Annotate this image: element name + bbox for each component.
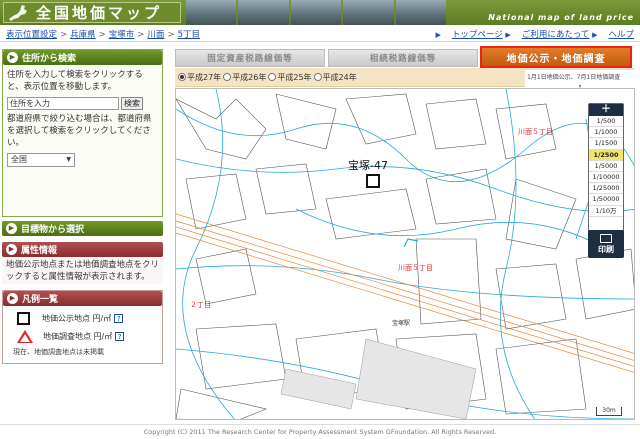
breadcrumb-separator: > bbox=[167, 30, 175, 40]
chevron-right-icon: ▶ bbox=[7, 293, 18, 304]
dropdown-arrow-icon: ▼ bbox=[66, 156, 71, 163]
zoom-level[interactable]: 1/10万 bbox=[589, 206, 623, 217]
legend-label: 地価調査地点 円/㎡ bbox=[43, 331, 113, 341]
arrow-icon: ▶ bbox=[592, 31, 598, 39]
arrow-icon: ▶ bbox=[505, 31, 511, 39]
place-label: ２丁目 bbox=[190, 301, 211, 309]
top-links: ▶ トップページ ▶ ご利用にあたって ▶ ヘルプ bbox=[435, 28, 634, 40]
address-search-title: 住所から検索 bbox=[22, 54, 77, 64]
zoom-in-button[interactable]: ＋ bbox=[589, 104, 623, 116]
legend-label: 地価公示地点 円/㎡ bbox=[42, 313, 112, 323]
attribute-info-section: ▶ 属性情報 地価公示地点または地価調査地点をクリックすると属性情報が表示されま… bbox=[2, 242, 163, 284]
help-link[interactable]: ヘルプ bbox=[608, 30, 634, 40]
zoom-level[interactable]: 1/10000 bbox=[589, 172, 623, 184]
header-photo-strip bbox=[186, 0, 447, 25]
address-search-button[interactable]: 検索 bbox=[121, 97, 143, 110]
station-label: 宝塚駅 bbox=[392, 320, 411, 327]
breadcrumb-prefecture[interactable]: 兵庫県 bbox=[70, 30, 96, 40]
chevron-right-icon: ▶ bbox=[7, 52, 18, 63]
site-logo[interactable]: 全国地価マップ bbox=[3, 2, 181, 23]
triangle-icon bbox=[17, 329, 33, 343]
nav-bar: 表示位置設定 > 兵庫県 > 宝塚市 > 川面 >5丁目 ▶ トップページ ▶ ご利用にあたって … bbox=[0, 26, 640, 42]
zoom-level[interactable]: 1/5000 bbox=[589, 161, 623, 172]
address-search-header[interactable]: ▶ 住所から検索 bbox=[3, 50, 162, 65]
address-search-section: ▶ 住所から検索 住所を入力して検索をクリックすると、表示位置を移動します。 検… bbox=[2, 49, 163, 217]
radio-icon bbox=[178, 73, 186, 81]
place-label: 川面５丁目 bbox=[518, 128, 553, 136]
zoom-level-selected[interactable]: 1/2500 bbox=[589, 149, 623, 161]
prefecture-filter-desc: 都道府県で絞り込む場合は、都道府県を選択して検索をクリックしてください。 bbox=[7, 114, 152, 148]
tab-fixed-asset-tax[interactable]: 固定資産税路線価等 bbox=[175, 49, 325, 67]
zoom-level[interactable]: 1/500 bbox=[589, 116, 623, 128]
chevron-right-icon: ▶ bbox=[6, 244, 17, 255]
radio-icon bbox=[268, 73, 277, 81]
year-label: 平成26年 bbox=[232, 72, 267, 82]
map-canvas[interactable]: 宝塚-47 川面５丁目 川面５丁目 ２丁目 宝塚駅 bbox=[175, 88, 635, 420]
zoom-level[interactable]: 1/25000 bbox=[589, 183, 623, 195]
legend-item-public-price: 地価公示地点 円/㎡ ? bbox=[3, 309, 162, 327]
print-button[interactable]: 印刷 bbox=[588, 230, 624, 258]
legend-item-survey-price: 地価調査地点 円/㎡ ? bbox=[3, 327, 162, 345]
legend-note: 現在、地価調査地点は未掲載 bbox=[13, 348, 104, 356]
legend-header[interactable]: ▶ 凡例一覧 bbox=[3, 291, 162, 306]
header: 全国地価マップ National map of land price bbox=[0, 0, 640, 25]
layer-tabs: 固定資産税路線価等 相続税路線価等 bbox=[175, 49, 478, 67]
app-window: 全国地価マップ National map of land price 表示位置設… bbox=[0, 0, 640, 439]
prefecture-select-value: 全国 bbox=[11, 155, 27, 164]
zoom-level[interactable]: 1/50000 bbox=[589, 194, 623, 206]
radio-icon bbox=[313, 73, 322, 81]
legend-section: ▶ 凡例一覧 地価公示地点 円/㎡ ? 地価調査地点 円/㎡ ? 現在、地価調査… bbox=[2, 290, 163, 364]
site-title: 全国地価マップ bbox=[36, 4, 163, 22]
year-option-h27[interactable]: 平成27年 bbox=[178, 72, 221, 83]
zoom-level[interactable]: 1/1500 bbox=[589, 138, 623, 150]
attribute-info-title: 属性情報 bbox=[21, 246, 58, 256]
breadcrumb-separator: > bbox=[98, 30, 106, 40]
landmark-select-header[interactable]: ▶ 目標物から選択 bbox=[2, 221, 163, 236]
address-input[interactable] bbox=[7, 97, 119, 110]
sidebar: ▶ 住所から検索 住所を入力して検索をクリックすると、表示位置を移動します。 検… bbox=[0, 44, 166, 424]
legend-title: 凡例一覧 bbox=[22, 295, 59, 305]
date-note-text: 1月1日地価公示、7月1日地価調査 bbox=[527, 74, 621, 81]
year-option-h26[interactable]: 平成26年 bbox=[223, 72, 266, 83]
breadcrumb-town[interactable]: 川面 bbox=[147, 30, 164, 40]
square-icon bbox=[17, 311, 30, 325]
tab-inheritance-tax[interactable]: 相続税路線価等 bbox=[328, 49, 478, 67]
footer-copyright: Copyright (C) 2011 The Research Center f… bbox=[0, 424, 640, 439]
usage-link[interactable]: ご利用にあたって bbox=[522, 30, 590, 40]
japan-map-icon bbox=[9, 5, 27, 21]
year-label: 平成25年 bbox=[277, 72, 312, 82]
land-price-point-label: 宝塚-47 bbox=[348, 159, 388, 172]
map-drawing bbox=[176, 89, 634, 419]
zoom-level[interactable]: 1/1000 bbox=[589, 127, 623, 139]
arrow-icon: ▶ bbox=[435, 31, 441, 39]
year-option-h25[interactable]: 平成25年 bbox=[268, 72, 312, 83]
attribute-info-header[interactable]: ▶ 属性情報 bbox=[2, 242, 163, 257]
scale-bar: 30m bbox=[596, 407, 622, 416]
question-icon[interactable]: ? bbox=[115, 331, 125, 341]
year-option-h24[interactable]: 平成24年 bbox=[313, 72, 357, 83]
attribute-info-desc: 地価公示地点または地価調査地点をクリックすると属性情報が表示されます。 bbox=[6, 260, 160, 282]
year-label: 平成24年 bbox=[322, 72, 357, 82]
breadcrumb-location-setting[interactable]: 表示位置設定 bbox=[6, 30, 57, 40]
land-price-point-marker[interactable] bbox=[366, 174, 380, 188]
prefecture-select[interactable]: 全国 ▼ bbox=[7, 153, 75, 167]
place-label: 川面５丁目 bbox=[398, 264, 433, 272]
top-page-link[interactable]: トップページ bbox=[452, 30, 503, 40]
tab-land-price[interactable]: 地価公示・地価調査 bbox=[480, 46, 632, 68]
question-icon[interactable]: ? bbox=[114, 313, 124, 323]
print-label: 印刷 bbox=[598, 244, 614, 254]
breadcrumb-city[interactable]: 宝塚市 bbox=[109, 30, 135, 40]
breadcrumb-separator: > bbox=[60, 30, 68, 40]
breadcrumb: 表示位置設定 > 兵庫県 > 宝塚市 > 川面 >5丁目 bbox=[6, 28, 200, 40]
address-search-desc: 住所を入力して検索をクリックすると、表示位置を移動します。 bbox=[7, 70, 143, 92]
printer-icon bbox=[600, 233, 612, 243]
year-label: 平成27年 bbox=[187, 72, 222, 82]
landmark-select-title: 目標物から選択 bbox=[21, 225, 85, 235]
breadcrumb-separator: > bbox=[137, 30, 145, 40]
chevron-right-icon: ▶ bbox=[6, 223, 17, 234]
breadcrumb-chome[interactable]: 5丁目 bbox=[178, 30, 200, 40]
radio-icon bbox=[223, 73, 232, 81]
header-subtitle: National map of land price bbox=[488, 13, 634, 22]
